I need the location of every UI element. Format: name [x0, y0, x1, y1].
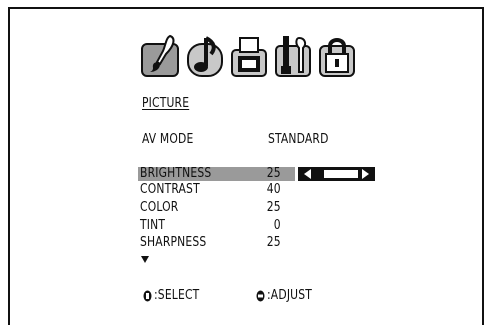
contrast-value: 40: [266, 182, 281, 197]
select-hint: :SELECT: [154, 288, 200, 303]
setup-icon[interactable]: [272, 32, 316, 82]
sharpness-label[interactable]: SHARPNESS: [140, 236, 206, 250]
color-value: 25: [266, 200, 281, 215]
adjust-hint: :ADJUST: [267, 288, 313, 303]
contrast-label[interactable]: CONTRAST: [140, 183, 200, 197]
tint-label[interactable]: TINT: [140, 219, 165, 233]
picture-icon[interactable]: [140, 32, 184, 82]
decrease-arrow-icon[interactable]: [304, 169, 311, 179]
increase-arrow-icon[interactable]: [362, 169, 369, 179]
color-label[interactable]: COLOR: [140, 201, 178, 215]
menu-title: PICTURE: [142, 96, 190, 111]
brightness-slider[interactable]: [298, 167, 375, 181]
lock-icon[interactable]: [316, 32, 360, 82]
audio-icon[interactable]: [184, 32, 228, 82]
slider-fill: [314, 170, 324, 178]
sharpness-value: 25: [266, 235, 281, 250]
left-right-control-icon: [256, 290, 265, 302]
av-mode-value[interactable]: STANDARD: [268, 133, 329, 147]
tint-value: 0: [273, 218, 281, 233]
brightness-value: 25: [266, 166, 281, 181]
brightness-label[interactable]: BRIGHTNESS: [140, 167, 211, 181]
av-mode-label[interactable]: AV MODE: [142, 133, 194, 147]
down-arrow-icon[interactable]: [141, 256, 149, 263]
timer-icon[interactable]: [228, 32, 272, 82]
up-down-control-icon: [143, 290, 152, 302]
